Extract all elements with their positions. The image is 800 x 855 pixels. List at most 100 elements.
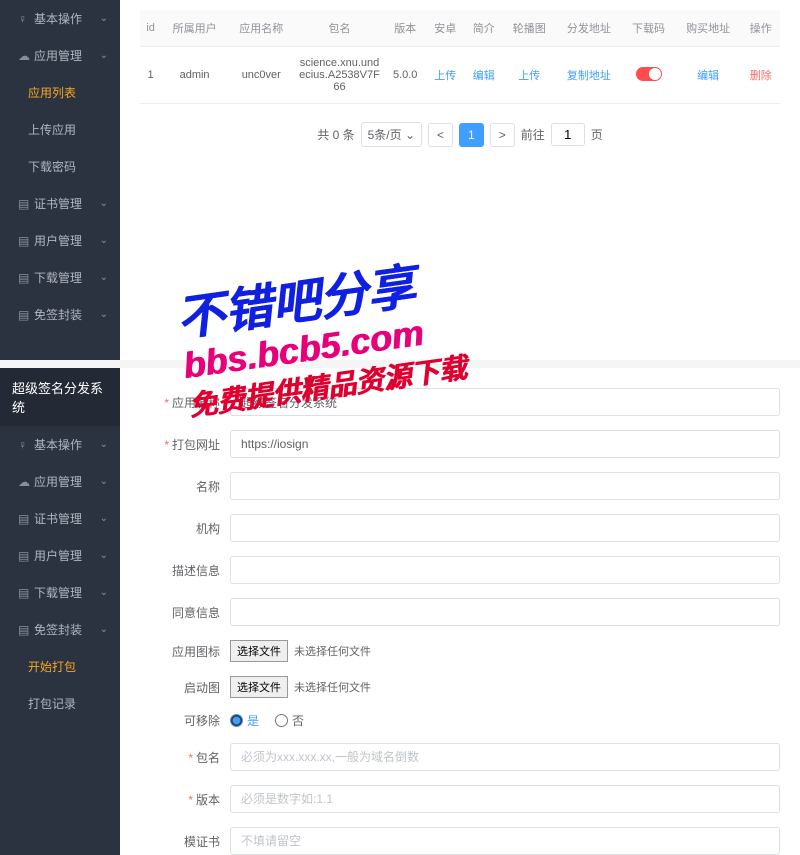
th-安卓: 安卓 [426,10,464,47]
copy-address-link[interactable]: 复制地址 [567,70,611,82]
chevron-down-icon: ⌄ [100,476,108,487]
delete-link[interactable]: 删除 [750,70,772,82]
doc-icon: ▤ [18,623,30,637]
pkg-label: 包名 [140,749,220,766]
app-table: id所属用户应用名称包名版本安卓简介轮播图分发地址下载码购买地址操作 1 adm… [140,10,780,104]
th-购买地址: 购买地址 [675,10,742,47]
desc-label: 描述信息 [140,562,220,579]
upload-carousel-link[interactable]: 上传 [518,70,540,82]
th-操作: 操作 [741,10,780,47]
pager-next-button[interactable]: > [490,123,515,147]
download-code-switch[interactable] [636,67,662,81]
sidebar-item-label: 证书管理 [34,197,82,211]
chevron-down-icon: ⌄ [100,13,108,24]
chevron-down-icon: ⌄ [100,235,108,246]
chevron-down-icon: ⌄ [100,198,108,209]
th-包名: 包名 [295,10,385,47]
top-content: id所属用户应用名称包名版本安卓简介轮播图分发地址下载码购买地址操作 1 adm… [120,0,800,360]
cell-appname: unc0ver [228,47,295,104]
sidebar-item-开始打包[interactable]: 开始打包 [0,648,120,685]
th-轮播图: 轮播图 [503,10,556,47]
cloud-icon: ☁ [18,49,30,63]
sidebar-item-label: 打包记录 [28,697,76,711]
chevron-down-icon: ⌄ [100,50,108,61]
sidebar-item-证书管理[interactable]: ▤ 证书管理 ⌄ [0,185,120,222]
table-row: 1 admin unc0ver science.xnu.undecius.A25… [140,47,780,104]
appname-input[interactable] [230,388,780,416]
upload-android-link[interactable]: 上传 [434,70,456,82]
ver-input[interactable] [230,785,780,813]
name-input[interactable] [230,472,780,500]
pager-prev-button[interactable]: < [428,123,453,147]
removable-no-radio[interactable] [275,714,288,727]
removable-yes-radio[interactable] [230,714,243,727]
per-page-select[interactable]: 5条/页 ⌄ [361,122,422,147]
system-title: 超级签名分发系统 [0,368,120,426]
sidebar-item-免签封装[interactable]: ▤免签封装⌄ [0,296,120,333]
sidebar-item-应用列表[interactable]: 应用列表 [0,74,120,111]
sidebar-item-打包记录[interactable]: 打包记录 [0,685,120,722]
url-input[interactable] [230,430,780,458]
pager-total: 共 0 条 [317,126,354,143]
sidebar-item-证书管理[interactable]: ▤证书管理⌄ [0,500,120,537]
doc-icon: ▤ [18,197,30,211]
top-screen: ♀基本操作⌄☁应用管理⌄ 应用列表上传应用下载密码 ▤ 证书管理 ⌄ ▤ 用户管理 ⌄ ▤下载管… [0,0,800,360]
sidebar-item-label: 证书管理 [34,512,82,526]
chevron-down-icon: ⌄ [100,550,108,561]
appname-label: 应用名称 [140,394,220,411]
name-label: 名称 [140,478,220,495]
pagination: 共 0 条 5条/页 ⌄ < 1 > 前往 页 [140,122,780,147]
splash-file-button[interactable]: 选择文件 [230,676,288,698]
splash-file-text: 未选择任何文件 [294,679,371,695]
sidebar-item-基本操作[interactable]: ♀基本操作⌄ [0,0,120,37]
form-content: 应用名称 打包网址 名称 机构 描述信息 同意信息 应用图标 选择文件 未选择任… [120,368,800,855]
sidebar-item-label: 免签封装 [34,623,82,637]
pager-goto-suffix: 页 [591,126,603,143]
cert-input[interactable] [230,827,780,855]
chevron-down-icon: ⌄ [100,439,108,450]
sidebar-bottom: 超级签名分发系统 ♀基本操作⌄☁应用管理⌄▤证书管理⌄▤用户管理⌄▤下载管理⌄▤… [0,368,120,855]
sidebar-item-下载管理[interactable]: ▤下载管理⌄ [0,259,120,296]
sidebar-item-免签封装[interactable]: ▤ 免签封装 ⌄ [0,611,120,648]
sidebar-item-label: 应用列表 [28,86,76,100]
user-icon: ♀ [18,12,30,26]
ver-label: 版本 [140,791,220,808]
chevron-down-icon: ⌄ [100,309,108,320]
splash-label: 启动图 [140,679,220,696]
sidebar-item-上传应用[interactable]: 上传应用 [0,111,120,148]
edit-intro-link[interactable]: 编辑 [473,70,495,82]
sidebar-item-label: 开始打包 [28,660,76,674]
th-id: id [140,10,161,47]
chevron-down-icon: ⌄ [100,624,108,635]
icon-file-button[interactable]: 选择文件 [230,640,288,662]
pkg-input[interactable] [230,743,780,771]
sidebar-item-用户管理[interactable]: ▤用户管理⌄ [0,222,120,259]
agree-input[interactable] [230,598,780,626]
sidebar-item-下载密码[interactable]: 下载密码 [0,148,120,185]
edit-buy-link[interactable]: 编辑 [697,70,719,82]
icon-label: 应用图标 [140,643,220,660]
desc-input[interactable] [230,556,780,584]
sidebar-item-用户管理[interactable]: ▤用户管理⌄ [0,537,120,574]
sidebar-item-label: 下载管理 [34,586,82,600]
sidebar-item-label: 用户管理 [34,234,82,248]
sidebar-item-下载管理[interactable]: ▤下载管理⌄ [0,574,120,611]
removable-no-label: 否 [292,712,304,729]
sidebar-item-应用管理[interactable]: ☁应用管理⌄ [0,37,120,74]
pager-page-1-button[interactable]: 1 [459,123,484,147]
doc-icon: ▤ [18,586,30,600]
sidebar-item-label: 用户管理 [34,549,82,563]
cell-ver: 5.0.0 [384,47,426,104]
org-input[interactable] [230,514,780,542]
th-所属用户: 所属用户 [161,10,228,47]
sidebar-item-应用管理[interactable]: ☁应用管理⌄ [0,463,120,500]
doc-icon: ▤ [18,308,30,322]
sidebar-item-label: 下载管理 [34,271,82,285]
pager-goto-input[interactable] [551,123,585,146]
cloud-icon: ☁ [18,475,30,489]
sidebar-item-基本操作[interactable]: ♀基本操作⌄ [0,426,120,463]
agree-label: 同意信息 [140,604,220,621]
pager-goto-label: 前往 [521,126,545,143]
sidebar-item-label: 基本操作 [34,438,82,452]
bottom-screen: 超级签名分发系统 ♀基本操作⌄☁应用管理⌄▤证书管理⌄▤用户管理⌄▤下载管理⌄▤… [0,368,800,855]
